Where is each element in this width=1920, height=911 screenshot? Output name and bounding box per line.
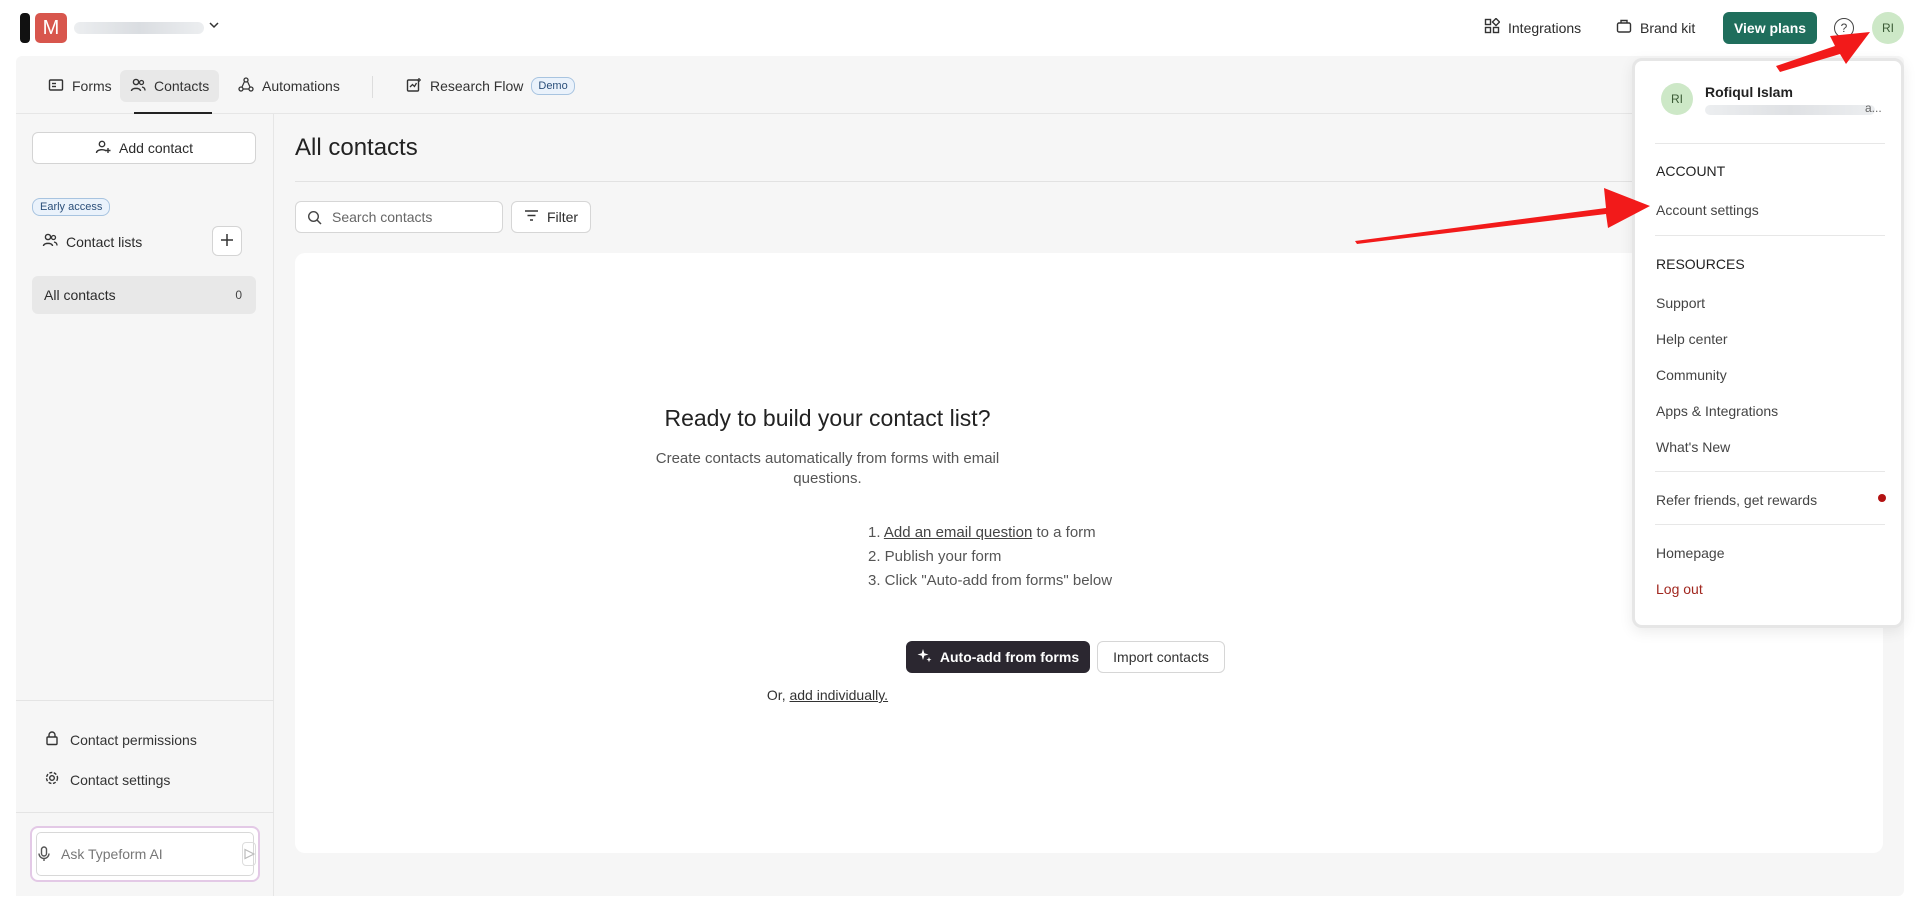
demo-badge: Demo <box>531 77 575 95</box>
menu-item-support[interactable]: Support <box>1656 295 1705 311</box>
contact-lists-label: Contact lists <box>66 233 143 250</box>
all-contacts-count: 0 <box>235 288 242 302</box>
help-icon[interactable]: ? <box>1834 18 1854 38</box>
microphone-icon[interactable] <box>37 846 51 862</box>
add-individually-line: Or, add individually. <box>295 687 1360 703</box>
sidebar-item-all-contacts[interactable]: All contacts 0 <box>32 276 256 314</box>
step1-prefix: 1. <box>868 524 884 541</box>
brand-kit-label: Brand kit <box>1640 19 1696 36</box>
contacts-sidebar: Add contact Early access Contact lists A… <box>16 114 274 896</box>
setup-steps: 1. Add an email question to a form 2. Pu… <box>868 521 1112 593</box>
all-contacts-label: All contacts <box>44 287 116 303</box>
menu-user-avatar: RI <box>1661 83 1693 115</box>
add-email-question-link[interactable]: Add an email question <box>884 524 1032 541</box>
notification-dot <box>1878 494 1886 502</box>
contacts-icon <box>130 77 146 96</box>
tab-contacts[interactable]: Contacts <box>120 70 220 102</box>
workspace-name-redacted[interactable] <box>74 22 204 34</box>
account-dropdown-menu: RI Rofiqul Islam a... ACCOUNT Account se… <box>1632 58 1904 628</box>
menu-item-community[interactable]: Community <box>1656 367 1727 383</box>
integrations-button[interactable]: Integrations <box>1484 17 1582 37</box>
integrations-label: Integrations <box>1508 19 1582 36</box>
contacts-icon <box>42 232 58 251</box>
menu-item-whats-new[interactable]: What's New <box>1656 439 1730 455</box>
add-list-button[interactable] <box>212 226 242 256</box>
menu-divider <box>1655 524 1885 525</box>
menu-user-name: Rofiqul Islam <box>1705 84 1793 100</box>
import-contacts-button[interactable]: Import contacts <box>1097 641 1225 673</box>
lock-icon <box>44 730 60 749</box>
chevron-down-icon[interactable] <box>208 18 220 34</box>
empty-state-description: Create contacts automatically from forms… <box>655 450 1000 487</box>
add-user-icon <box>95 139 111 158</box>
menu-item-homepage[interactable]: Homepage <box>1656 545 1725 561</box>
forms-icon <box>48 77 64 96</box>
menu-item-refer-friends[interactable]: Refer friends, get rewards <box>1656 492 1817 508</box>
contact-settings-link[interactable]: Contact settings <box>44 770 170 789</box>
main-tabs: Forms Contacts Automations Research Flow… <box>16 56 1904 114</box>
filter-label: Filter <box>546 209 579 225</box>
gear-icon <box>44 770 60 789</box>
sidebar-toggle[interactable] <box>20 13 30 43</box>
top-bar: M Integrations Brand kit View plans ? RI <box>0 0 1920 56</box>
setup-step: 2. Publish your form <box>868 548 1002 565</box>
ask-ai-input[interactable] <box>51 846 242 862</box>
empty-state-heading: Ready to build your contact list? <box>664 405 991 431</box>
add-contact-button[interactable]: Add contact <box>32 132 256 164</box>
page-title: All contacts <box>295 134 418 161</box>
filter-icon <box>524 209 539 225</box>
ask-ai-box <box>30 826 260 882</box>
tab-divider <box>372 76 373 98</box>
sidebar-divider <box>16 812 274 813</box>
search-icon <box>296 210 332 225</box>
plus-icon <box>220 230 234 253</box>
menu-user-email-suffix: a... <box>1865 101 1882 115</box>
tab-forms[interactable]: Forms <box>38 70 122 102</box>
workspace-avatar[interactable]: M <box>35 13 67 43</box>
setup-step: 1. Add an email question to a form <box>868 521 1112 545</box>
integrations-icon <box>1484 17 1501 37</box>
early-access-badge: Early access <box>32 198 111 216</box>
brand-kit-icon <box>1616 18 1632 37</box>
tab-automations-label: Automations <box>262 78 340 94</box>
step1-suffix: to a form <box>1032 524 1096 541</box>
search-input[interactable] <box>332 209 492 225</box>
user-avatar[interactable]: RI <box>1872 12 1904 44</box>
research-flow-icon <box>406 77 422 96</box>
menu-item-log-out[interactable]: Log out <box>1656 581 1703 597</box>
tab-research-flow-label: Research Flow <box>430 78 524 94</box>
sparkle-icon <box>917 648 932 666</box>
send-icon[interactable] <box>242 842 256 866</box>
menu-item-apps-integrations[interactable]: Apps & Integrations <box>1656 403 1778 419</box>
menu-item-account-settings[interactable]: Account settings <box>1656 202 1759 218</box>
account-section-heading: ACCOUNT <box>1656 163 1726 179</box>
menu-divider <box>1655 143 1885 144</box>
auto-add-label: Auto-add from forms <box>939 649 1080 665</box>
add-individually-link[interactable]: add individually. <box>789 687 888 703</box>
auto-add-from-forms-button[interactable]: Auto-add from forms <box>906 641 1090 673</box>
setup-step: 3. Click "Auto-add from forms" below <box>868 572 1113 589</box>
tab-automations[interactable]: Automations <box>228 70 350 102</box>
tab-forms-label: Forms <box>72 78 112 94</box>
brand-kit-button[interactable]: Brand kit <box>1616 18 1695 37</box>
tab-contacts-label: Contacts <box>154 78 210 94</box>
contact-permissions-link[interactable]: Contact permissions <box>44 730 197 749</box>
automations-icon <box>238 76 254 96</box>
view-plans-button[interactable]: View plans <box>1723 12 1817 44</box>
tab-research-flow[interactable]: Research Flow Demo <box>396 70 585 102</box>
or-prefix: Or, <box>766 687 790 703</box>
menu-divider <box>1655 235 1885 236</box>
ask-ai-field <box>36 832 256 876</box>
menu-divider <box>1655 471 1885 472</box>
resources-section-heading: RESOURCES <box>1656 256 1745 272</box>
add-contact-label: Add contact <box>119 140 193 156</box>
contact-lists-header[interactable]: Contact lists <box>42 232 142 251</box>
menu-item-help-center[interactable]: Help center <box>1656 331 1728 347</box>
contact-permissions-label: Contact permissions <box>70 731 197 748</box>
contact-settings-label: Contact settings <box>70 771 171 788</box>
filter-button[interactable]: Filter <box>511 201 591 233</box>
menu-user-email-redacted <box>1705 105 1875 115</box>
search-contacts-field <box>295 201 503 233</box>
sidebar-divider <box>16 700 274 701</box>
